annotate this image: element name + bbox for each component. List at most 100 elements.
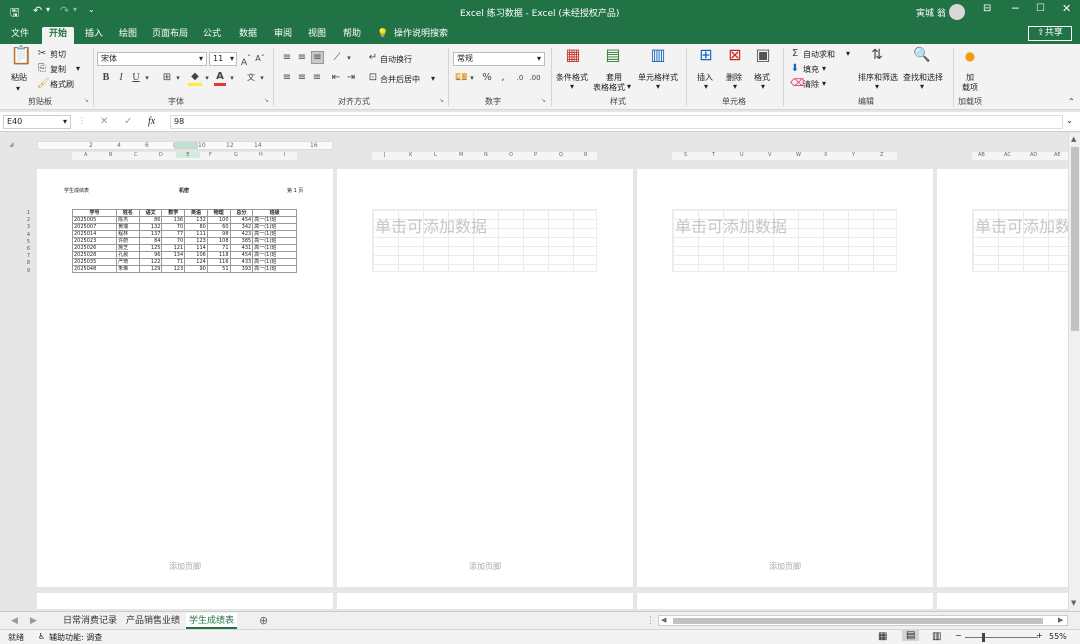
column-header[interactable]: AB — [978, 152, 985, 158]
add-sheet-icon[interactable]: ⊕ — [259, 613, 268, 629]
column-header[interactable]: AD — [1030, 152, 1037, 158]
autosum-button[interactable]: 自动求和 — [803, 49, 835, 60]
align-right-icon[interactable]: ≡ — [311, 72, 323, 84]
table-cell[interactable]: 431 — [229, 244, 254, 252]
table-cell[interactable]: 114 — [184, 244, 208, 252]
row-header[interactable]: 2 — [20, 217, 30, 224]
table-cell[interactable]: 2025035 — [71, 258, 118, 266]
tell-me-search[interactable]: 操作说明搜索 — [394, 27, 452, 44]
insert-function-icon[interactable]: fx — [148, 116, 155, 127]
table-cell[interactable]: 2025023 — [71, 237, 118, 245]
column-header-physics[interactable]: 物理 — [206, 209, 231, 217]
currency-icon[interactable]: 💴 — [455, 72, 467, 84]
header-center[interactable]: 机密 — [179, 187, 189, 194]
column-header[interactable]: M — [459, 152, 463, 158]
copy-dropdown-icon[interactable]: ▾ — [76, 64, 80, 73]
align-left-icon[interactable]: ≡ — [281, 72, 293, 84]
table-cell[interactable]: 孔晨 — [116, 251, 140, 259]
increase-decimal-icon[interactable]: .0 — [513, 72, 527, 84]
page-5[interactable] — [37, 593, 333, 609]
column-header-class[interactable]: 班级 — [252, 209, 297, 217]
table-cell[interactable]: 高一(1)班 — [252, 230, 297, 238]
tab-home[interactable]: 开始 — [42, 27, 74, 44]
increase-font-icon[interactable]: Aˆ — [240, 53, 252, 69]
undo-dropdown-icon[interactable]: ▾ — [46, 5, 50, 14]
column-header[interactable]: T — [712, 152, 715, 158]
column-header[interactable]: V — [768, 152, 771, 158]
tab-data[interactable]: 数据 — [234, 27, 262, 44]
table-cell[interactable]: 70 — [161, 223, 186, 231]
save-icon[interactable]: 🖫 — [10, 4, 19, 23]
column-header[interactable]: S — [684, 152, 687, 158]
table-cell[interactable]: 385 — [229, 237, 254, 245]
currency-dropdown-icon[interactable]: ▾ — [468, 72, 476, 84]
redo-icon[interactable]: ↷ — [60, 4, 69, 17]
merge-center-button[interactable]: 合并后居中 — [380, 74, 420, 85]
table-cell[interactable]: 342 — [229, 223, 254, 231]
phonetic-icon[interactable]: 文 — [244, 72, 258, 84]
table-cell[interactable]: 132 — [184, 216, 208, 224]
column-header[interactable]: C — [134, 152, 138, 158]
table-cell[interactable]: 125 — [138, 244, 163, 252]
table-cell[interactable]: 71 — [161, 258, 186, 266]
fill-dropdown-icon[interactable]: ▾ — [203, 72, 211, 84]
table-cell[interactable]: 71 — [206, 244, 231, 252]
paste-button[interactable]: 粘贴 — [11, 72, 27, 83]
conditional-dropdown-icon[interactable]: ▾ — [570, 82, 574, 91]
table-cell[interactable]: 124 — [184, 258, 208, 266]
scroll-right-icon[interactable]: ▶ — [1058, 616, 1063, 624]
table-cell[interactable]: 2025048 — [71, 265, 118, 273]
font-color-dropdown-icon[interactable]: ▾ — [228, 72, 236, 84]
addins-button-line2[interactable]: 载项 — [962, 82, 978, 93]
table-cell[interactable]: 86 — [138, 216, 163, 224]
table-cell[interactable]: 108 — [206, 237, 231, 245]
column-header[interactable]: G — [234, 152, 238, 158]
minimize-icon[interactable]: ─ — [1012, 2, 1019, 15]
table-cell[interactable]: 2025026 — [71, 244, 118, 252]
table-cell[interactable]: 77 — [161, 230, 186, 238]
table-cell[interactable]: 98 — [206, 230, 231, 238]
cell-styles-dropdown-icon[interactable]: ▾ — [656, 82, 660, 91]
page-layout-view-icon[interactable]: ▤ — [902, 630, 920, 641]
column-header[interactable]: D — [159, 152, 163, 158]
fill-dropdown-icon[interactable]: ▾ — [822, 64, 826, 73]
tab-review[interactable]: 审阅 — [269, 27, 297, 44]
orientation-dropdown-icon[interactable]: ▾ — [345, 52, 353, 64]
column-header[interactable]: P — [534, 152, 537, 158]
column-header[interactable]: A — [84, 152, 87, 158]
vertical-scrollbar[interactable]: ▲ ▼ — [1068, 133, 1080, 611]
tab-formulas[interactable]: 公式 — [198, 27, 226, 44]
borders-dropdown-icon[interactable]: ▾ — [174, 72, 182, 84]
row-header[interactable]: 4 — [20, 232, 30, 239]
scrollbar-thumb[interactable] — [673, 618, 1043, 624]
table-cell[interactable]: 70 — [161, 237, 186, 245]
delete-dropdown-icon[interactable]: ▾ — [733, 82, 737, 91]
customize-qat-icon[interactable]: ⌄ — [88, 5, 95, 14]
prev-sheet-icon[interactable]: ◀ — [11, 613, 18, 629]
font-size-select[interactable]: 11 ▾ — [209, 52, 237, 66]
table-cell[interactable]: 454 — [229, 216, 254, 224]
accessibility-status[interactable]: 辅助功能: 调查 — [49, 632, 102, 643]
column-header-total[interactable]: 总分 — [229, 209, 254, 217]
table-cell[interactable]: 严琦 — [116, 258, 140, 266]
column-header[interactable]: F — [209, 152, 212, 158]
collapse-ribbon-icon[interactable]: ⌃ — [1068, 97, 1075, 106]
table-cell[interactable]: 423 — [229, 230, 254, 238]
column-header[interactable]: J — [384, 152, 385, 158]
enter-icon[interactable]: ✓ — [124, 116, 132, 127]
add-data-placeholder[interactable]: 单击可添加数据 — [375, 213, 487, 237]
phonetic-dropdown-icon[interactable]: ▾ — [258, 72, 266, 84]
header-right[interactable]: 第 1 页 — [287, 187, 303, 194]
column-header[interactable]: I — [284, 152, 285, 158]
zoom-slider-thumb[interactable] — [982, 633, 985, 642]
clipboard-launcher-icon[interactable]: ↘ — [84, 97, 89, 104]
align-middle-icon[interactable]: ≡ — [296, 52, 308, 64]
table-cell[interactable]: 51 — [206, 265, 231, 273]
column-header[interactable]: W — [796, 152, 801, 158]
underline-button[interactable]: U — [131, 72, 141, 84]
underline-dropdown-icon[interactable]: ▾ — [143, 72, 151, 84]
tab-file[interactable]: 文件 — [6, 27, 34, 44]
table-cell[interactable]: 118 — [206, 251, 231, 259]
column-header[interactable]: AE — [1054, 152, 1061, 158]
close-icon[interactable]: ✕ — [1062, 2, 1071, 15]
